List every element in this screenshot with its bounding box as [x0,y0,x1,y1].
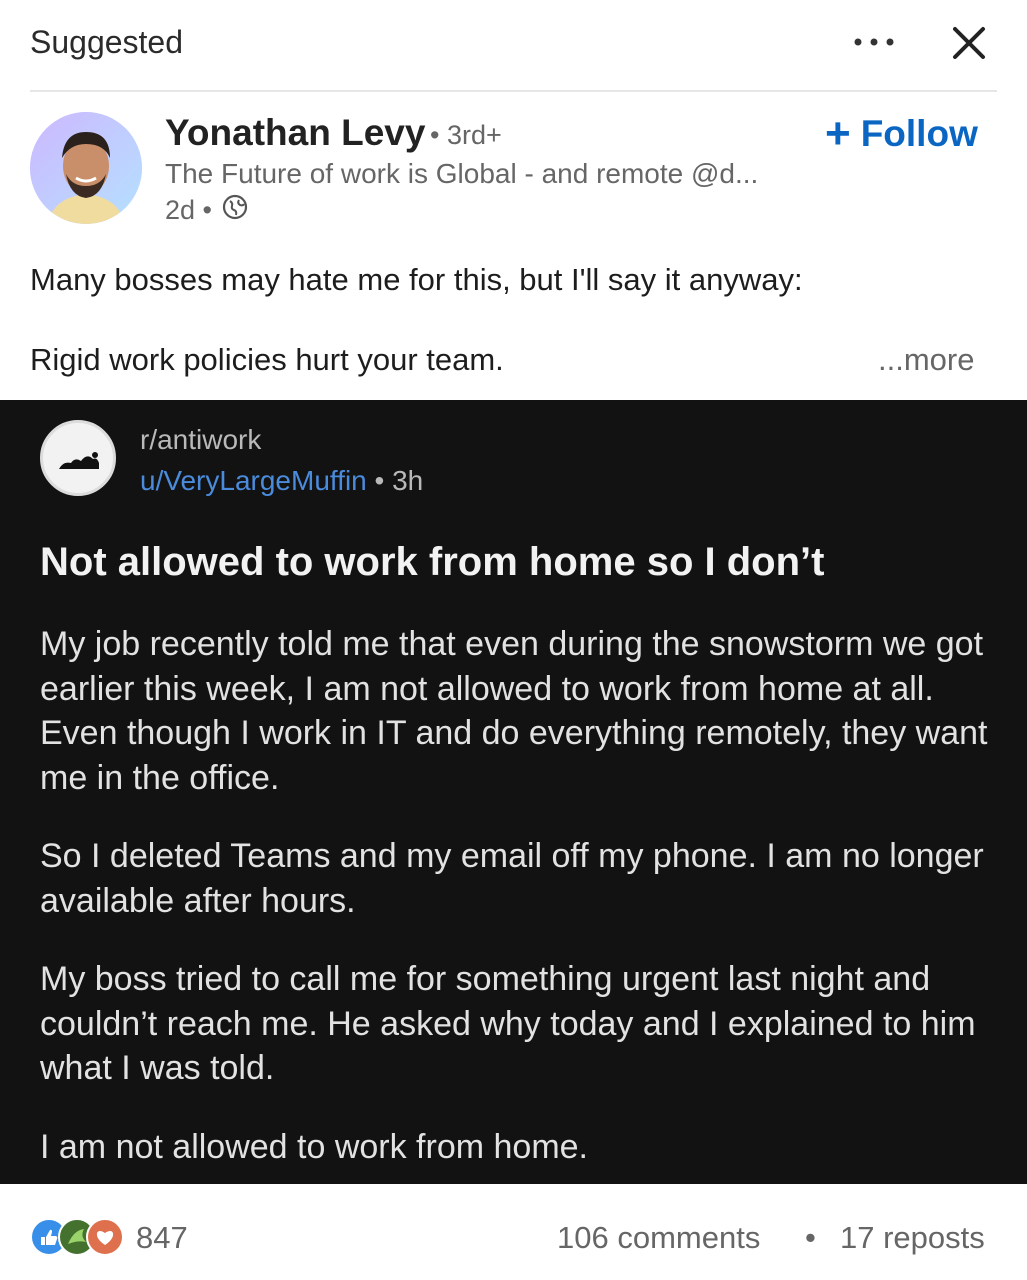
reddit-paragraph: My boss tried to call me for something u… [40,960,976,1087]
reddit-paragraph: My job recently told me that even during… [40,625,988,797]
post-meta: 2d • [165,194,248,227]
reddit-paragraph: So I deleted Teams and my email off my p… [40,837,984,920]
subreddit-name: r/antiwork [140,424,262,455]
separator: • [805,1220,816,1255]
header-divider [30,90,997,92]
connection-degree: • 3rd+ [430,120,502,150]
reddit-post-title: Not allowed to work from home so I don’t [40,540,825,584]
love-reaction-icon [86,1218,124,1256]
reddit-time: • 3h [366,465,424,496]
follow-button[interactable]: + Follow [825,112,978,156]
comments-count[interactable]: 106 comments [557,1220,760,1256]
reddit-meta: u/VeryLargeMuffin • 3h [140,465,423,497]
reddit-username: u/VeryLargeMuffin [140,465,367,496]
post-text-line: Rigid work policies hurt your team. [30,342,504,377]
more-options-icon[interactable] [850,22,900,62]
post-text-line: Many bosses may hate me for this, but I'… [30,262,803,297]
suggested-label: Suggested [30,24,184,60]
reddit-post-body: My job recently told me that even during… [40,622,1000,1203]
close-icon[interactable] [950,24,988,62]
reaction-count[interactable]: 847 [136,1220,188,1256]
author-headline: The Future of work is Global - and remot… [165,158,759,189]
reddit-paragraph: I am not allowed to work from home. [40,1127,589,1166]
post-time: 2d • [165,195,212,225]
follow-label: Follow [860,113,978,154]
reactions[interactable] [30,1218,124,1256]
globe-icon [222,194,248,227]
author-name[interactable]: Yonathan Levy [165,112,425,154]
plus-icon: + [825,109,851,158]
subreddit-avatar [40,420,116,496]
post-header: Suggested [0,0,1027,88]
reposts-count[interactable]: 17 reposts [840,1220,985,1256]
see-more-link[interactable]: ...more [878,342,974,378]
author-avatar[interactable] [30,112,142,224]
